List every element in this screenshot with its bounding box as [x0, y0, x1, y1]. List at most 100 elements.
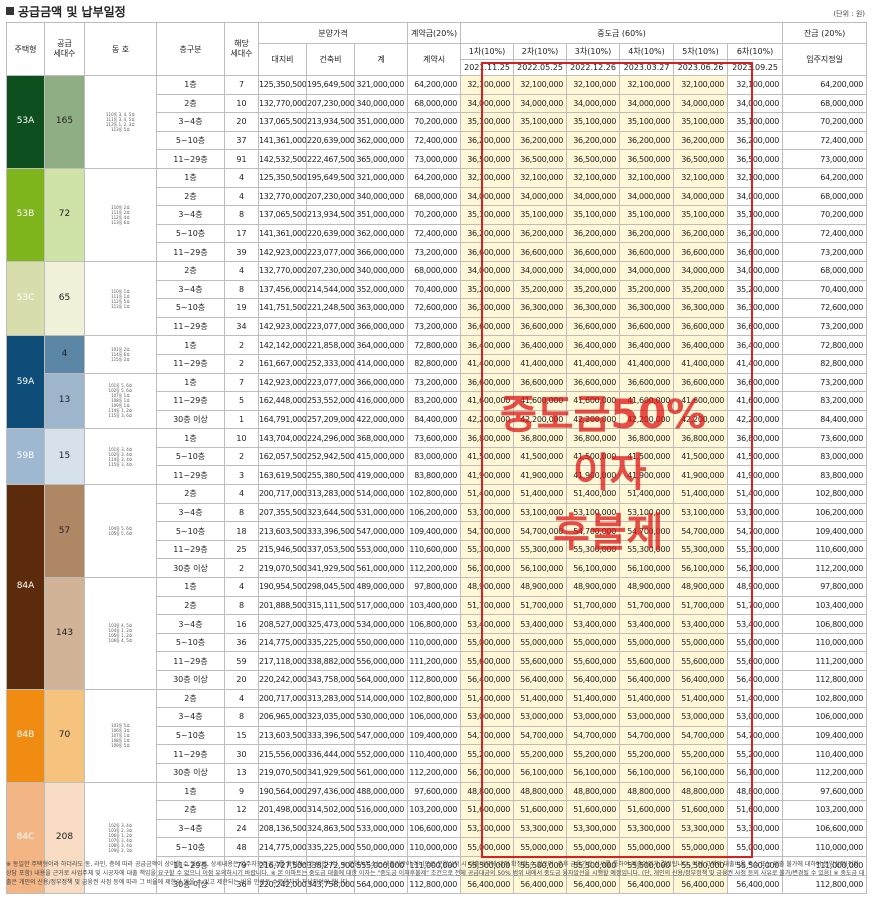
- mid-payment-4-cell: 56,100,000: [619, 558, 675, 579]
- mid-payment-6-cell: 32,100,000: [727, 167, 784, 188]
- mid-payment-5-cell: 42,200,000: [673, 409, 729, 430]
- dong-cell: 101동 3, 4호 102동 3, 4호 114동 3, 4호 115동 3,…: [84, 428, 157, 486]
- total-price-cell: 364,000,000: [353, 335, 409, 355]
- total-price-cell: 362,000,000: [353, 130, 409, 151]
- mid-payment-3-cell: 54,700,000: [566, 521, 621, 541]
- floor-cell: 2층: [156, 595, 225, 616]
- total-price-cell: 352,000,000: [353, 279, 409, 300]
- total-price-cell: 550,000,000: [353, 837, 409, 857]
- type-cell: 84B: [6, 688, 45, 783]
- floor-cell: 3~4층: [156, 818, 225, 839]
- floor-units-cell: 8: [224, 279, 259, 300]
- floor-units-cell: 91: [224, 149, 259, 169]
- mid-payment-4-cell: 36,600,000: [619, 242, 675, 262]
- total-price-cell: 488,000,000: [353, 781, 409, 802]
- mid-payment-6-cell: 41,400,000: [727, 353, 784, 374]
- mid-payment-1-cell: 36,600,000: [460, 372, 515, 393]
- mid-payment-6-cell: 34,000,000: [727, 93, 784, 114]
- mid-payment-6-cell: 36,600,000: [727, 372, 784, 393]
- mid-payment-5-cell: 55,300,000: [673, 539, 729, 560]
- contract-cell: 106,800,000: [407, 614, 462, 634]
- floor-cell: 2층: [156, 688, 225, 709]
- floor-cell: 11~29층: [156, 242, 225, 262]
- mid-payment-3-cell: 36,800,000: [566, 428, 621, 448]
- contract-cell: 97,800,000: [407, 577, 462, 597]
- units-cell: 65: [44, 260, 85, 337]
- floor-units-cell: 8: [224, 502, 259, 523]
- floor-cell: 30층 이상: [156, 409, 225, 430]
- floor-cell: 11~29층: [156, 353, 225, 374]
- land-price-cell: 125,350,500: [258, 75, 307, 95]
- floor-cell: 1층: [156, 372, 225, 393]
- mid-payment-4-cell: 53,400,000: [619, 614, 675, 634]
- total-price-cell: 416,000,000: [353, 391, 409, 411]
- mid-payment-4-cell: 34,000,000: [619, 186, 675, 207]
- land-price-cell: 201,888,500: [258, 595, 307, 616]
- mid-payment-4-cell: 35,100,000: [619, 205, 675, 225]
- floor-cell: 3~4층: [156, 502, 225, 523]
- balance-cell: 73,200,000: [782, 316, 868, 337]
- mid-payment-2-cell: 41,600,000: [513, 391, 568, 411]
- mid-payment-3-cell: 48,900,000: [566, 577, 621, 597]
- mid-payment-1-cell: 55,600,000: [460, 651, 515, 671]
- header-price: 분양가격: [257, 22, 409, 44]
- contract-cell: 82,800,000: [407, 353, 462, 374]
- build-price-cell: 207,230,000: [306, 186, 355, 207]
- total-price-cell: 340,000,000: [353, 186, 409, 207]
- land-price-cell: 162,057,500: [258, 446, 307, 467]
- mid-payment-6-cell: 36,600,000: [727, 242, 784, 262]
- mid-payment-2-cell: 41,900,000: [513, 465, 568, 486]
- mid-payment-2-cell: 35,100,000: [513, 205, 568, 225]
- balance-cell: 73,000,000: [782, 149, 868, 169]
- mid-payment-2-cell: 56,100,000: [513, 762, 568, 783]
- mid-payment-3-cell: 35,100,000: [566, 112, 621, 132]
- header-type: 주택형: [6, 22, 45, 76]
- mid-payment-6-cell: 55,300,000: [727, 539, 784, 560]
- mid-payment-5-cell: 41,600,000: [673, 391, 729, 411]
- mid-payment-2-cell: 55,300,000: [513, 539, 568, 560]
- floor-cell: 1층: [156, 75, 225, 95]
- dong-cell: 104동 5, 6호 105동 5, 6호: [84, 484, 157, 579]
- mid-payment-6-cell: 36,500,000: [727, 149, 784, 169]
- mid-payment-1-cell: 41,600,000: [460, 391, 515, 411]
- mid-payment-6-cell: 53,300,000: [727, 818, 784, 839]
- mid-payment-2-cell: 36,200,000: [513, 223, 568, 244]
- floor-units-cell: 4: [224, 260, 259, 281]
- mid-payment-5-cell: 55,000,000: [673, 632, 729, 653]
- mid-payment-3-cell: 41,600,000: [566, 391, 621, 411]
- contract-cell: 109,400,000: [407, 521, 462, 541]
- mid-payment-2-cell: 41,400,000: [513, 353, 568, 374]
- header-date-1: 2021.11.25: [460, 59, 515, 76]
- total-price-cell: 340,000,000: [353, 93, 409, 114]
- build-price-cell: 341,929,500: [306, 558, 355, 579]
- mid-payment-6-cell: 36,200,000: [727, 130, 784, 151]
- floor-units-cell: 15: [224, 725, 259, 746]
- header-floor-units: 해당 세대수: [224, 22, 259, 76]
- table-row: 53A 165 110동 3, 4, 5호 111동 3, 4, 5호 112동 1…: [6, 75, 868, 169]
- build-price-cell: 313,283,000: [306, 688, 355, 709]
- header-units: 공급 세대수: [44, 22, 85, 76]
- floor-units-cell: 20: [224, 670, 259, 690]
- floor-units-cell: 4: [224, 484, 259, 504]
- land-price-cell: 137,065,500: [258, 112, 307, 132]
- header-dong: 동 호: [84, 22, 157, 76]
- price-schedule-table: 주택형 공급 세대수 동 호 층구분 해당 세대수 분양가격 계약금(20%) …: [6, 22, 868, 895]
- mid-payment-1-cell: 36,300,000: [460, 298, 515, 318]
- type-cell: 84A: [6, 484, 45, 690]
- mid-payment-1-cell: 53,100,000: [460, 502, 515, 523]
- mid-payment-2-cell: 32,100,000: [513, 75, 568, 95]
- floor-units-cell: 7: [224, 75, 259, 95]
- total-price-cell: 561,000,000: [353, 558, 409, 579]
- contract-cell: 106,600,000: [407, 818, 462, 839]
- mid-payment-2-cell: 36,600,000: [513, 242, 568, 262]
- dong-cell: 103동 4, 5호 104동 1, 2호 105동 1, 2호 106동 4,…: [84, 577, 157, 690]
- mid-payment-2-cell: 34,000,000: [513, 93, 568, 114]
- mid-payment-3-cell: 51,600,000: [566, 800, 621, 820]
- mid-payment-6-cell: 36,400,000: [727, 335, 784, 355]
- mid-payment-4-cell: 41,900,000: [619, 465, 675, 486]
- contract-cell: 97,600,000: [407, 781, 462, 802]
- land-price-cell: 143,704,000: [258, 428, 307, 448]
- contract-cell: 103,400,000: [407, 595, 462, 616]
- mid-payment-1-cell: 35,100,000: [460, 205, 515, 225]
- mid-payment-4-cell: 55,300,000: [619, 539, 675, 560]
